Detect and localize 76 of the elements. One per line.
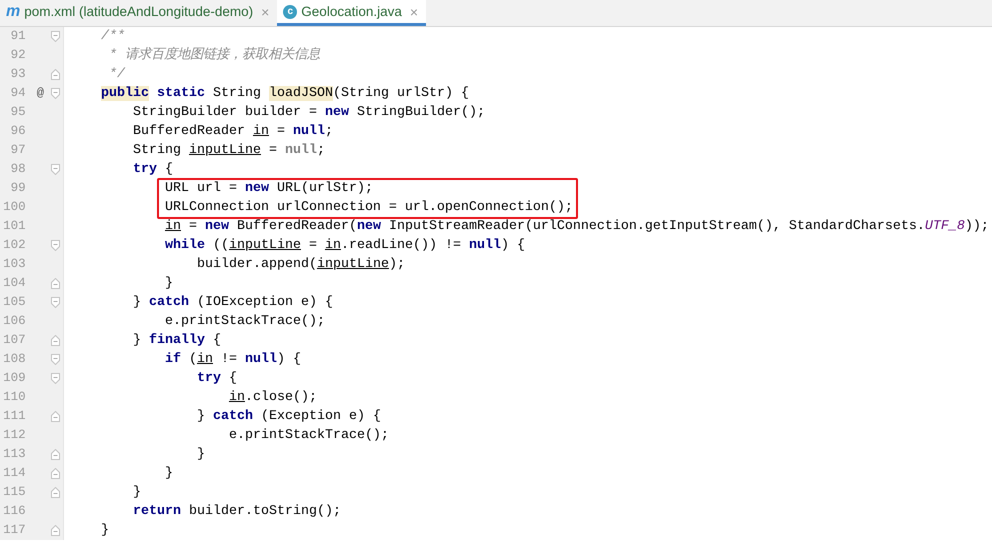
fold-icon[interactable] (51, 88, 60, 99)
line-number: 116 (2, 503, 26, 520)
code-line: URLConnection urlConnection = url.openConnection(); (164, 199, 573, 217)
code-line: BufferedReader in = null; (132, 123, 333, 141)
code-line: URL url = new URL(urlStr); (164, 180, 373, 198)
tab-label: pom.xml (latitudeAndLongitude-demo) (24, 4, 254, 19)
code-line: } (164, 465, 173, 483)
fold-icon[interactable] (51, 373, 60, 384)
code-line: if (in != null) { (164, 351, 301, 369)
code-line: */ (108, 66, 125, 84)
line-number: 112 (2, 427, 26, 444)
editor-tab[interactable]: m pom.xml (latitudeAndLongitude-demo) × (0, 0, 278, 26)
line-number: 106 (2, 313, 26, 330)
line-number: 97 (10, 142, 26, 159)
code-line: builder.append(inputLine); (196, 256, 405, 274)
line-number: 113 (2, 446, 26, 463)
unfold-icon[interactable] (51, 468, 60, 479)
override-marker[interactable]: @ (36, 86, 44, 100)
line-number: 94 (10, 85, 26, 102)
line-number: 93 (10, 66, 26, 83)
code-line: e.printStackTrace(); (228, 427, 389, 445)
code-line: StringBuilder builder = new StringBuilder(); (132, 104, 485, 122)
unfold-icon[interactable] (51, 449, 60, 460)
fold-icon[interactable] (51, 31, 60, 42)
tab-label: Geolocation.java (301, 4, 402, 19)
line-number: 110 (2, 389, 26, 406)
fold-icon[interactable] (51, 164, 60, 175)
code-line: in.close(); (228, 389, 317, 407)
line-number: 108 (2, 351, 26, 368)
code-line: } (164, 275, 173, 293)
code-line: /** (100, 28, 125, 46)
unfold-icon[interactable] (51, 525, 60, 536)
code-line: } catch (IOException e) { (132, 294, 333, 312)
line-number: 117 (2, 522, 26, 539)
line-number: 107 (2, 332, 26, 349)
line-number: 101 (2, 218, 26, 235)
line-number: 92 (10, 47, 26, 64)
line-number: 98 (10, 161, 26, 178)
code-line: try { (132, 161, 173, 179)
unfold-icon[interactable] (51, 69, 60, 80)
line-number: 109 (2, 370, 26, 387)
code-line: } catch (Exception e) { (196, 408, 381, 426)
code-line: } (132, 484, 141, 502)
code-line: in = new BufferedReader(new InputStreamReader(urlConnection.getInputStream(), StandardCharsets.UTF_8)); (164, 218, 989, 236)
code-line: } (100, 522, 109, 540)
code-line: try { (196, 370, 237, 388)
fold-icon[interactable] (51, 240, 60, 251)
code-line: while ((inputLine = in.readLine()) != null) { (164, 237, 525, 255)
code-line: e.printStackTrace(); (164, 313, 325, 331)
unfold-icon[interactable] (51, 487, 60, 498)
line-number: 102 (2, 237, 26, 254)
code-line: * 请求百度地图链接，获取相关信息 (108, 46, 320, 65)
code-line: public static String loadJSON(String urlStr) { (100, 85, 469, 103)
line-number: 115 (2, 484, 26, 501)
line-number: 99 (10, 180, 26, 197)
line-number: 95 (10, 104, 26, 121)
unfold-icon[interactable] (51, 335, 60, 346)
code-line: return builder.toString(); (132, 503, 341, 521)
code-line: } finally { (132, 332, 221, 350)
fold-icon[interactable] (51, 354, 60, 365)
line-number: 91 (10, 28, 26, 45)
unfold-icon[interactable] (51, 278, 60, 289)
fold-icon[interactable] (51, 297, 60, 308)
maven-file-icon: m (6, 4, 20, 20)
code-line: String inputLine = null; (132, 142, 325, 160)
line-number: 100 (2, 199, 26, 216)
line-number: 104 (2, 275, 26, 292)
line-number: 103 (2, 256, 26, 273)
line-number: 96 (10, 123, 26, 140)
line-number: 114 (2, 465, 26, 482)
editor-tab[interactable]: c Geolocation.java × (277, 0, 426, 26)
code-line: } (196, 446, 205, 464)
unfold-icon[interactable] (51, 411, 60, 422)
class-file-icon: c (283, 4, 298, 18)
line-number: 111 (2, 408, 26, 425)
line-number: 105 (2, 294, 26, 311)
